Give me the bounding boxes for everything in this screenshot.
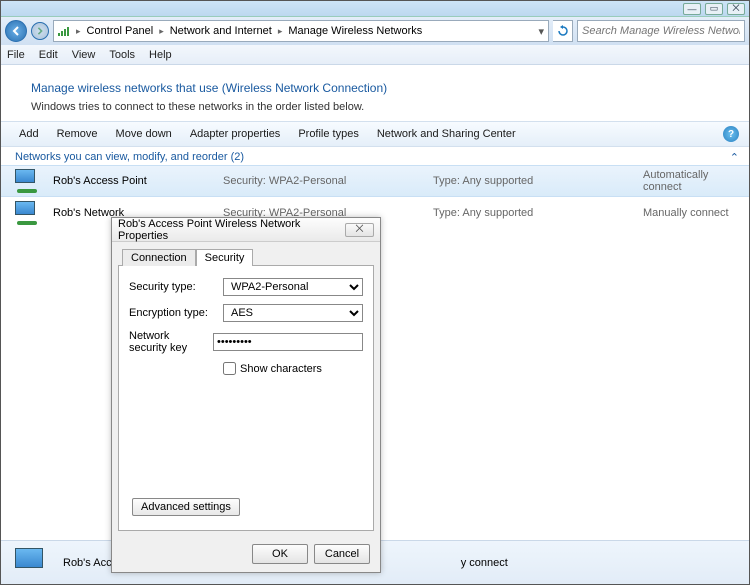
network-type: Type: Any supported (433, 175, 633, 187)
search-input[interactable] (577, 20, 745, 42)
chevron-right-icon: ▸ (159, 26, 164, 37)
encryption-type-select[interactable]: AES (223, 304, 363, 322)
menu-edit[interactable]: Edit (39, 49, 58, 61)
close-window-button[interactable]: ⨉ (727, 3, 745, 15)
menu-bar: File Edit View Tools Help (1, 45, 749, 65)
tab-security[interactable]: Security (196, 249, 254, 266)
page-title: Manage wireless networks that use (Wirel… (31, 81, 731, 95)
toolbar-add[interactable]: Add (19, 128, 39, 140)
help-icon[interactable]: ? (723, 126, 739, 142)
network-icon (15, 201, 43, 225)
breadcrumb-item[interactable]: Control Panel (85, 25, 156, 37)
menu-tools[interactable]: Tools (109, 49, 135, 61)
network-key-label: Network security key (129, 330, 207, 354)
security-type-label: Security type: (129, 281, 217, 293)
maximize-button[interactable]: ▭ (705, 3, 723, 15)
dialog-title: Rob's Access Point Wireless Network Prop… (118, 218, 345, 242)
advanced-settings-button[interactable]: Advanced settings (132, 498, 240, 516)
toolbar-network-sharing-center[interactable]: Network and Sharing Center (377, 128, 516, 140)
details-connect: y connect (461, 557, 508, 569)
collapse-icon[interactable]: ⌃ (730, 151, 739, 164)
address-bar: ▸ Control Panel ▸ Network and Internet ▸… (1, 17, 749, 45)
network-icon (15, 548, 51, 578)
minimize-button[interactable]: — (683, 3, 701, 15)
network-connect-mode: Manually connect (643, 207, 739, 219)
back-button[interactable] (5, 20, 27, 42)
dialog-title-bar[interactable]: Rob's Access Point Wireless Network Prop… (112, 218, 380, 242)
page-subtitle: Windows tries to connect to these networ… (31, 101, 731, 113)
dialog-tab-body: Security type: WPA2-Personal Encryption … (118, 265, 374, 531)
group-header-label: Networks you can view, modify, and reord… (15, 151, 244, 163)
breadcrumb-item[interactable]: Network and Internet (168, 25, 274, 37)
dialog-close-button[interactable]: ⨉ (345, 223, 374, 237)
toolbar-profile-types[interactable]: Profile types (298, 128, 359, 140)
breadcrumb-item[interactable]: Manage Wireless Networks (286, 25, 424, 37)
window-title-bar: — ▭ ⨉ (1, 1, 749, 17)
group-header[interactable]: Networks you can view, modify, and reord… (1, 147, 749, 165)
show-characters-label: Show characters (240, 363, 322, 375)
page-header: Manage wireless networks that use (Wirel… (1, 65, 749, 121)
chevron-right-icon: ▸ (76, 26, 81, 37)
security-type-select[interactable]: WPA2-Personal (223, 278, 363, 296)
signal-icon (58, 25, 72, 37)
chevron-right-icon: ▸ (278, 26, 283, 37)
menu-view[interactable]: View (72, 49, 96, 61)
breadcrumb-dropdown[interactable]: ▾ (538, 25, 544, 38)
network-key-input[interactable] (213, 333, 363, 351)
menu-help[interactable]: Help (149, 49, 172, 61)
breadcrumb[interactable]: ▸ Control Panel ▸ Network and Internet ▸… (53, 20, 549, 42)
network-connect-mode: Automatically connect (643, 169, 739, 193)
show-characters-checkbox[interactable] (223, 362, 236, 375)
forward-button[interactable] (31, 22, 49, 40)
network-type: Type: Any supported (433, 207, 633, 219)
command-toolbar: Add Remove Move down Adapter properties … (1, 121, 749, 147)
properties-dialog: Rob's Access Point Wireless Network Prop… (111, 217, 381, 573)
cancel-button[interactable]: Cancel (314, 544, 370, 564)
network-security: Security: WPA2-Personal (223, 175, 423, 187)
toolbar-remove[interactable]: Remove (57, 128, 98, 140)
toolbar-adapter-properties[interactable]: Adapter properties (190, 128, 281, 140)
network-row[interactable]: Rob's Access Point Security: WPA2-Person… (1, 165, 749, 197)
toolbar-move-down[interactable]: Move down (116, 128, 172, 140)
ok-button[interactable]: OK (252, 544, 308, 564)
dialog-tabs: Connection Security (112, 242, 380, 265)
network-icon (15, 169, 43, 193)
encryption-type-label: Encryption type: (129, 307, 217, 319)
network-name: Rob's Access Point (53, 175, 213, 187)
menu-file[interactable]: File (7, 49, 25, 61)
tab-connection[interactable]: Connection (122, 249, 196, 266)
refresh-button[interactable] (553, 20, 573, 42)
